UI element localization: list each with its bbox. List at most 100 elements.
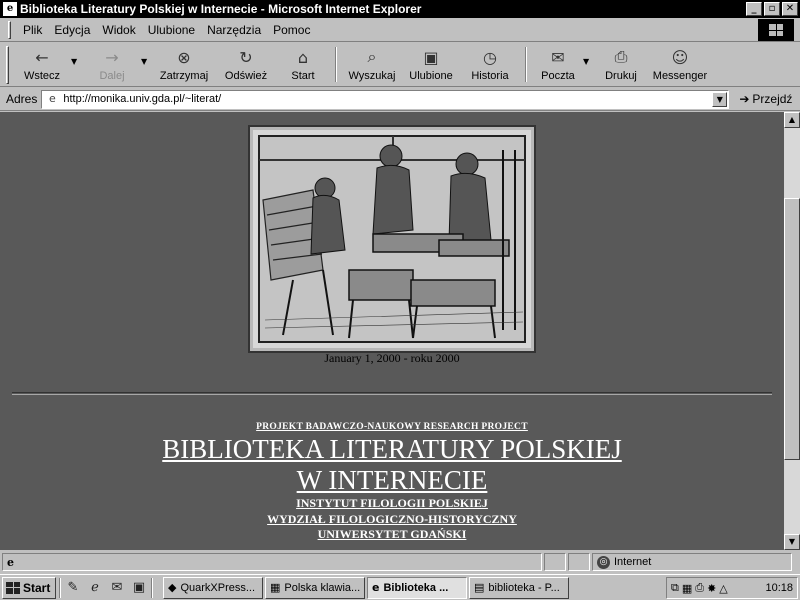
stop-button[interactable]: ⊗ Zatrzymaj [153,43,215,87]
toolbar-grip[interactable] [6,46,9,84]
address-dropdown-icon[interactable]: ▼ [712,91,728,107]
antivirus-icon[interactable]: ✸ [707,582,716,595]
mail-button[interactable]: ✉ Poczta [533,43,583,87]
tray-app-icon[interactable]: ▦ [682,582,692,595]
back-button[interactable]: ← Wstecz [13,43,71,87]
network-icon[interactable]: ⧉ [671,581,679,595]
forward-label: Dalej [99,70,125,82]
menu-widok[interactable]: Widok [96,23,141,37]
project-link[interactable]: PROJEKT BADAWCZO-NAUKOWY RESEARCH PROJEC… [0,422,784,432]
internet-explorer-icon[interactable]: ℯ [86,579,104,597]
site-title-line2-link[interactable]: W INTERNECIE [0,465,784,496]
favorites-button[interactable]: ▣ Ulubione [401,43,461,87]
search-button[interactable]: ⌕ Wyszukaj [343,43,401,87]
status-panel-empty [568,553,590,571]
task-label: Biblioteka ... [383,581,449,594]
history-label: Historia [471,70,509,82]
task-polska-klawiatura[interactable]: ▦ Polska klawia... [265,576,365,599]
keyboard-icon: ▦ [270,581,281,594]
clock[interactable]: 10:18 [765,582,793,594]
menu-plik[interactable]: Plik [17,23,48,37]
taskbar-separator [151,577,153,598]
start-button[interactable]: Start [2,576,56,599]
menu-pomoc[interactable]: Pomoc [267,23,316,37]
ie-icon[interactable]: e [3,2,17,16]
document-icon: ▤ [474,581,485,594]
go-arrow-icon: ➔ [739,92,750,106]
printer-tray-icon[interactable]: ⎙ [695,581,704,595]
forward-button[interactable]: → Dalej [83,43,141,87]
quick-launch: ✎ ℯ ✉ ▣ [64,579,148,597]
back-dropdown-icon[interactable]: ▼ [71,43,83,86]
menu-bar: Plik Edycja Widok Ulubione Narzędzia Pom… [0,18,800,42]
refresh-button[interactable]: ↻ Odśwież [215,43,277,87]
university-link[interactable]: UNIWERSYTET GDAŃSKI [0,527,784,542]
horizontal-rule [12,392,772,395]
internet-globe-icon: ◎ [597,555,610,569]
messenger-button[interactable]: ☺ Messenger [647,43,713,87]
windows-logo-throbber [758,19,794,41]
go-button[interactable]: ➔ Przejdź [739,92,792,106]
forward-arrow-icon: → [105,47,119,67]
status-zone-panel: ◎ Internet [592,553,792,571]
menu-edycja[interactable]: Edycja [48,23,96,37]
address-combo[interactable]: e ▼ [41,89,730,109]
warning-icon[interactable]: △ [719,582,727,595]
status-panel-empty [544,553,566,571]
menu-grip[interactable] [8,20,11,39]
status-page-icon: e [7,555,14,569]
minimize-button[interactable]: _ [746,2,762,16]
close-button[interactable]: ✕ [782,2,798,16]
status-bar: e ◎ Internet [0,551,800,573]
maximize-button[interactable]: ▫ [764,2,780,16]
faculty-link[interactable]: WYDZIAŁ FILOLOGICZNO-HISTORYCZNY [0,512,784,527]
mail-icon: ✉ [551,47,565,67]
history-button[interactable]: ◷ Historia [461,43,519,87]
floppy-disk-icon[interactable]: ▣ [130,579,148,597]
history-icon: ◷ [483,47,497,67]
image-caption: January 1, 2000 - roku 2000 [324,351,460,365]
zone-label: Internet [614,556,652,568]
site-title-line1-link[interactable]: BIBLIOTEKA LITERATURY POLSKIEJ [0,434,784,465]
menu-ulubione[interactable]: Ulubione [142,23,201,37]
task-biblioteka-ie[interactable]: e Biblioteka ... [367,576,467,599]
go-label: Przejdź [752,92,793,106]
favorites-folder-icon: ▣ [423,47,439,67]
messenger-label: Messenger [652,70,708,82]
scroll-thumb[interactable] [784,198,800,460]
outlook-express-icon[interactable]: ✉ [108,579,126,597]
printer-icon: ⎙ [614,47,628,66]
back-arrow-icon: ← [35,47,49,67]
scroll-up-arrow-icon[interactable]: ▲ [784,112,800,128]
search-icon: ⌕ [367,47,377,66]
favorites-label: Ulubione [409,70,453,82]
page-content[interactable]: January 1, 2000 - roku 2000 PROJEKT BADA… [0,112,784,550]
address-input[interactable] [63,93,704,105]
status-main-panel: e [2,553,542,571]
task-biblioteka-document[interactable]: ▤ biblioteka - P... [469,576,569,599]
quarkxpress-icon: ◆ [168,581,177,594]
title-bar[interactable]: e Biblioteka Literatury Polskiej w Inter… [0,0,800,18]
task-label: Polska klawia... [284,581,361,594]
scroll-down-arrow-icon[interactable]: ▼ [784,534,800,550]
back-label: Wstecz [23,70,61,82]
window-title: Biblioteka Literatury Polskiej w Interne… [20,2,422,16]
refresh-label: Odśwież [224,70,268,82]
mail-label: Poczta [541,70,575,82]
show-desktop-icon[interactable]: ✎ [64,579,82,597]
institute-link[interactable]: INSTYTUT FILOLOGII POLSKIEJ [0,496,784,511]
vertical-scrollbar[interactable]: ▲ ▼ [784,112,800,550]
stop-label: Zatrzymaj [159,70,209,82]
task-quarkxpress[interactable]: ◆ QuarkXPress... [163,576,263,599]
menu-narzedzia[interactable]: Narzędzia [201,23,267,37]
page-icon: e [48,92,56,105]
home-button[interactable]: ⌂ Start [277,43,329,87]
forward-dropdown-icon[interactable]: ▼ [141,43,153,86]
taskbar-separator [59,577,61,598]
home-label: Start [291,70,315,82]
mail-dropdown-icon[interactable]: ▼ [583,43,595,86]
toolbar-separator [335,47,337,82]
stop-icon: ⊗ [177,47,191,67]
print-button[interactable]: ⎙ Drukuj [595,43,647,87]
ie-icon: e [372,581,380,594]
